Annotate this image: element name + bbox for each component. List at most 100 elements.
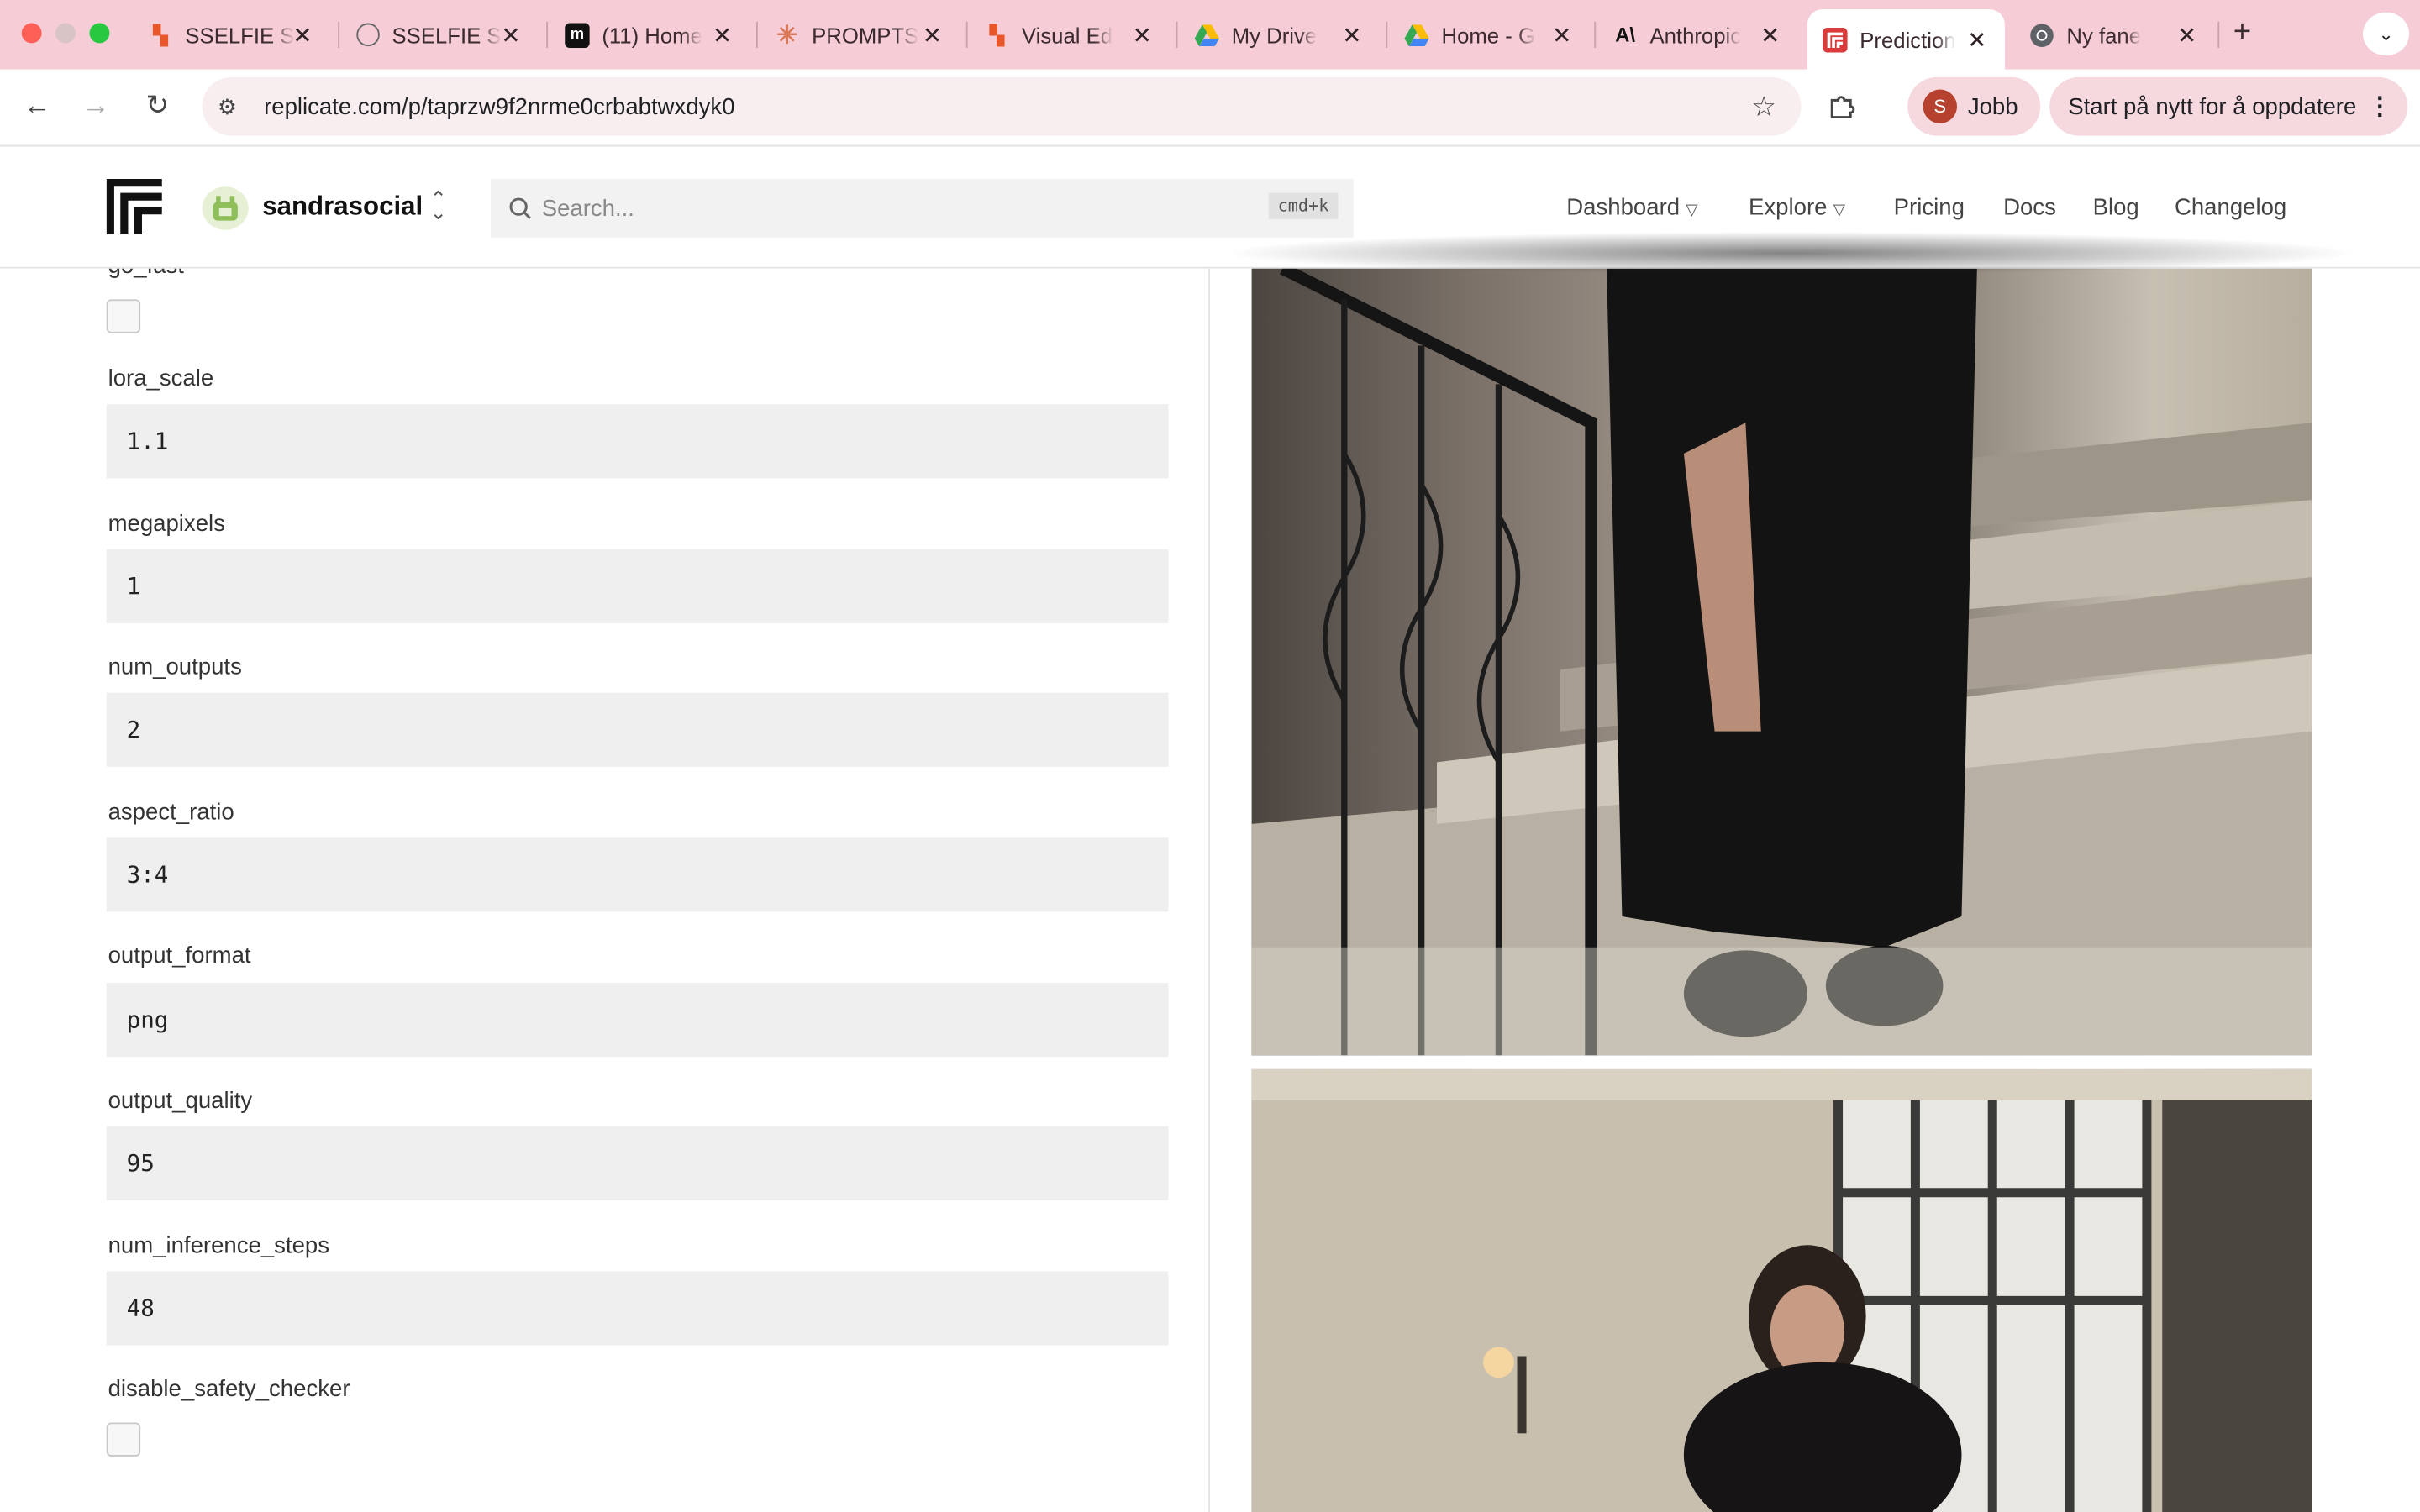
output-format-input[interactable]: png [106,983,1169,1058]
disable-safety-checker-checkbox[interactable] [106,1422,141,1457]
prediction-input-form: go_fast lora_scale 1.1 megapixels 1 num_… [0,269,1210,1512]
aspect-ratio-input[interactable]: 3:4 [106,837,1169,912]
close-tab-icon[interactable]: ✕ [2175,21,2199,49]
image-overlap-shadow [1219,231,2362,275]
megapixels-value: 1 [126,572,141,601]
column-divider [1208,268,1210,1512]
output-quality-input[interactable]: 95 [106,1126,1169,1200]
chrome-icon [2029,23,2054,47]
browser-tab[interactable]: ✳ PROMPTS ✕ [775,13,944,57]
lora-scale-value: 1.1 [126,427,169,455]
reload-icon[interactable]: ↻ [139,90,176,123]
close-tab-icon[interactable]: ✕ [1129,21,1154,49]
tab-label: Anthropic [1649,22,1742,48]
bookmark-star-icon[interactable]: ☆ [1751,90,1776,123]
tab-separator [756,21,758,48]
tab-label: Visual Ed [1021,22,1113,48]
update-label: Start på nytt for å oppdatere [2068,93,2357,120]
site-settings-icon[interactable]: ⚙ [218,93,251,119]
go-fast-label: go_fast [108,269,184,280]
output-format-value: png [126,1005,169,1034]
nav-dashboard[interactable]: Dashboard ▽ [1566,194,1697,220]
browser-tab[interactable]: My Drive ✕ [1194,13,1365,57]
claude-burst-icon: ✳ [776,22,798,49]
search-shortcut-badge: cmd+k [1268,192,1339,219]
close-tab-icon[interactable]: ✕ [1758,21,1782,49]
nav-explore[interactable]: Explore ▽ [1749,194,1845,220]
output-quality-label: output_quality [108,1087,253,1115]
aspect-ratio-value: 3:4 [126,860,169,889]
browser-tab[interactable]: m (11) Home ✕ [565,13,734,57]
close-tab-icon[interactable]: ✕ [290,21,314,49]
address-bar[interactable]: ⚙ replicate.com/p/taprzw9f2nrme0crbabtwx… [202,76,1802,136]
megapixels-input[interactable]: 1 [106,549,1169,624]
go-fast-checkbox[interactable] [106,299,141,333]
restart-to-update-button[interactable]: Start på nytt for å oppdatere ⋮ [2049,76,2408,136]
chevron-down-icon: ▽ [1833,202,1845,219]
browser-tab[interactable]: ▚ SSELFIE S ✕ [148,13,314,57]
num-inference-steps-input[interactable]: 48 [106,1271,1169,1346]
close-tab-icon[interactable]: ✕ [710,21,734,49]
browser-tab-active[interactable]: Prediction ✕ [1807,9,2005,70]
browser-toolbar: ← → ↻ ⚙ replicate.com/p/taprzw9f2nrme0cr… [0,69,2420,147]
nav-pricing[interactable]: Pricing [1894,194,1965,220]
output-image-1[interactable] [1251,268,2312,1056]
browser-tab-strip: ▚ SSELFIE S ✕ SSELFIE S ✕ m (11) Home ✕ … [0,0,2420,70]
lora-scale-input[interactable]: 1.1 [106,404,1169,479]
new-tab-plus-icon[interactable]: + [2233,15,2251,50]
tab-label: SSELFIE S [185,22,295,48]
aspect-ratio-label: aspect_ratio [108,799,234,826]
browser-tab[interactable]: A\ Anthropic ✕ [1612,13,1782,57]
url-text[interactable]: replicate.com/p/taprzw9f2nrme0crbabtwxdy… [264,93,734,119]
close-window-button[interactable] [21,23,42,44]
disable-safety-checker-label: disable_safety_checker [108,1376,350,1403]
replicate-logo-icon[interactable] [106,179,162,235]
extensions-puzzle-icon[interactable] [1828,91,1859,129]
num-outputs-value: 2 [126,716,141,744]
nav-blog[interactable]: Blog [2093,194,2139,220]
google-drive-icon [1404,23,1429,47]
replicate-orange-icon: ▚ [153,24,168,46]
tab-label: Prediction [1860,27,1956,52]
tab-label: My Drive [1231,22,1318,48]
search-placeholder: Search... [541,195,634,222]
close-tab-icon[interactable]: ✕ [920,21,944,49]
tab-separator [1594,21,1597,48]
more-menu-icon[interactable]: ⋮ [2368,91,2392,122]
back-arrow-icon[interactable]: ← [18,90,55,123]
tab-separator [965,21,968,48]
tab-separator [338,21,340,48]
chevron-down-icon: ▽ [1686,202,1698,219]
google-drive-icon [1194,23,1220,47]
nav-changelog[interactable]: Changelog [2175,194,2286,220]
avatar: S [1923,89,1957,123]
account-switch-icon[interactable]: ⌃ ⌄ [429,188,448,222]
close-tab-icon[interactable]: ✕ [1965,25,1989,53]
nav-docs[interactable]: Docs [2003,194,2056,220]
tab-separator [2217,21,2220,48]
minimize-window-button[interactable] [55,23,76,44]
tab-label: PROMPTS [812,22,919,48]
search-icon [509,197,531,219]
tab-search-chevron-icon[interactable]: ⌄ [2363,12,2410,56]
close-tab-icon[interactable]: ✕ [498,21,523,49]
browser-tab[interactable]: Ny fane ✕ [2029,13,2199,57]
search-input[interactable]: Search... cmd+k [491,179,1354,238]
browser-tab[interactable]: SSELFIE S ✕ [356,13,523,57]
close-tab-icon[interactable]: ✕ [1549,21,1574,49]
nav-dashboard-label: Dashboard [1566,194,1681,221]
tab-label: Ny fane [2066,22,2142,48]
tab-label: SSELFIE S [392,22,502,48]
account-name[interactable]: sandrasocial [262,192,423,223]
num-outputs-input[interactable]: 2 [106,692,1169,767]
profile-button[interactable]: S Jobb [1907,76,2041,136]
output-image-2[interactable] [1251,1068,2312,1512]
tab-label: Home - G [1441,22,1535,48]
forward-arrow-icon[interactable]: → [77,90,114,123]
browser-tab[interactable]: ▚ Visual Ed ✕ [985,13,1155,57]
maximize-window-button[interactable] [89,23,110,44]
output-quality-value: 95 [126,1149,155,1178]
browser-tab[interactable]: Home - G ✕ [1404,13,1574,57]
close-tab-icon[interactable]: ✕ [1339,21,1364,49]
account-avatar-icon[interactable] [202,186,249,230]
